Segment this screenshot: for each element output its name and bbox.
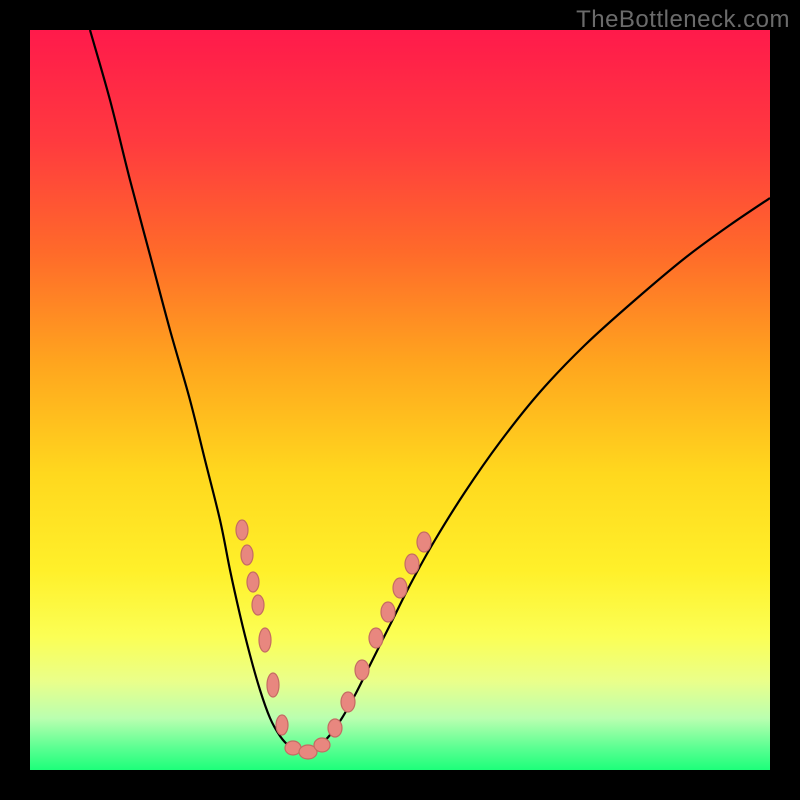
curve-marker [247, 572, 259, 592]
curve-marker [236, 520, 248, 540]
watermark-text: TheBottleneck.com [576, 6, 790, 34]
curve-marker [417, 532, 431, 552]
curve-marker [314, 738, 330, 752]
curve-marker [355, 660, 369, 680]
curve-marker [393, 578, 407, 598]
bottleneck-curve [90, 30, 770, 752]
curve-marker [341, 692, 355, 712]
chart-stage: TheBottleneck.com [0, 0, 800, 800]
curve-marker [405, 554, 419, 574]
curve-marker [252, 595, 264, 615]
plot-area [30, 30, 770, 770]
curve-marker [276, 715, 288, 735]
curve-marker [381, 602, 395, 622]
curve-marker [369, 628, 383, 648]
curve-marker [328, 719, 342, 737]
curve-marker [241, 545, 253, 565]
curve-markers [236, 520, 431, 759]
curve-marker [267, 673, 279, 697]
curve-marker [259, 628, 271, 652]
curve-layer [30, 30, 770, 770]
